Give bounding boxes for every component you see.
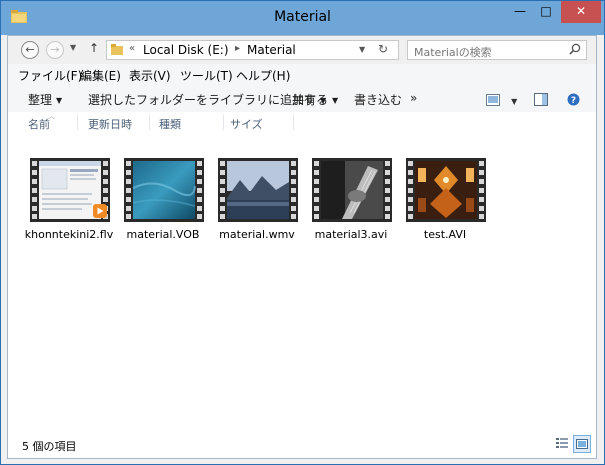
command-bar: 整理 ▼ 選択したフォルダーをライブラリに追加する ▼ 共有 ▼ 書き込む » ▼ (8, 86, 596, 113)
explorer-content: ← → ▼ ↑ « Local Disk (E:) ▸ Material ▼ ↻… (7, 35, 597, 459)
file-name: material.VOB (126, 228, 200, 241)
chevron-down-icon[interactable]: ▼ (359, 45, 365, 54)
view-icon (486, 94, 500, 106)
up-button[interactable]: ↑ (89, 41, 99, 55)
chevron-down-icon: ▼ (70, 43, 77, 52)
forward-button[interactable]: → (46, 41, 64, 59)
menu-edit[interactable]: 編集(E) (80, 67, 121, 84)
details-view-icon (556, 438, 568, 448)
file-item[interactable]: material3.avi (307, 158, 395, 248)
refresh-icon[interactable]: ↻ (378, 42, 388, 56)
file-item[interactable]: khonntekini2.flv (25, 158, 113, 248)
file-item[interactable]: material.VOB (119, 158, 207, 248)
file-name: material3.avi (314, 228, 388, 241)
column-divider[interactable] (149, 114, 150, 130)
breadcrumb-overflow[interactable]: « (129, 43, 135, 54)
menu-file[interactable]: ファイル(F) (18, 67, 82, 84)
column-divider[interactable] (293, 114, 294, 130)
organize-button[interactable]: 整理 ▼ (28, 91, 62, 108)
item-count: 5 個の項目 (22, 440, 77, 453)
column-type[interactable]: 種類 (159, 116, 181, 132)
arrow-left-icon: ← (25, 43, 35, 56)
chevron-down-icon: ▼ (56, 96, 63, 105)
chevron-down-icon: ▼ (511, 97, 518, 106)
breadcrumb-local-disk[interactable]: Local Disk (E:) (143, 43, 229, 57)
column-date[interactable]: 更新日時 (88, 116, 132, 132)
address-box[interactable]: « Local Disk (E:) ▸ Material ▼ ↻ (106, 40, 399, 60)
search-placeholder: Materialの検索 (414, 46, 492, 59)
sort-ascending-icon: ︿ (48, 112, 55, 120)
column-divider[interactable] (77, 114, 78, 130)
breadcrumb-material[interactable]: Material (247, 43, 296, 57)
menu-view[interactable]: 表示(V) (129, 67, 171, 84)
minimize-button[interactable]: — (507, 1, 533, 23)
large-icons-view-button[interactable] (573, 435, 591, 453)
column-divider[interactable] (223, 114, 224, 130)
column-name[interactable]: 名前 (28, 116, 50, 132)
large-icons-view-icon (576, 439, 588, 449)
share-button[interactable]: 共有 ▼ (292, 91, 326, 108)
file-name: test.AVI (423, 228, 467, 241)
address-bar-row: ← → ▼ ↑ « Local Disk (E:) ▸ Material ▼ ↻… (8, 36, 596, 64)
back-button[interactable]: ← (21, 41, 39, 59)
file-name: material.wmv (219, 228, 295, 241)
title-bar[interactable]: Material — □ ✕ (1, 1, 604, 35)
explorer-window: Material — □ ✕ ← → ▼ ↑ « Local Disk (E:)… (0, 0, 605, 465)
preview-pane-button[interactable] (534, 91, 548, 110)
help-icon: ? (567, 93, 580, 106)
more-commands-button[interactable]: » (410, 91, 417, 105)
burn-button[interactable]: 書き込む (354, 91, 402, 108)
preview-pane-icon (534, 93, 548, 106)
arrow-up-icon: ↑ (89, 41, 100, 55)
file-name: khonntekini2.flv (24, 228, 114, 241)
maximize-button[interactable]: □ (533, 1, 559, 23)
file-list: khonntekini2.flv material.VOB material.w… (8, 134, 596, 434)
arrow-right-icon: → (50, 43, 60, 56)
share-label: 共有 (292, 93, 317, 107)
status-bar: 5 個の項目 (8, 432, 596, 458)
close-button[interactable]: ✕ (561, 1, 601, 23)
video-thumbnail (312, 158, 392, 222)
breadcrumb-separator[interactable]: ▸ (235, 43, 240, 54)
organize-label: 整理 (28, 93, 53, 107)
chevron-down-icon: ▼ (320, 96, 327, 105)
menu-tools[interactable]: ツール(T) (180, 67, 233, 84)
video-thumbnail (406, 158, 486, 222)
details-view-button[interactable] (554, 435, 572, 453)
file-item[interactable]: test.AVI (401, 158, 489, 248)
column-size[interactable]: サイズ (230, 116, 263, 132)
help-button[interactable]: ? (567, 91, 580, 110)
search-icon[interactable] (569, 43, 581, 55)
video-thumbnail (124, 158, 204, 222)
file-item[interactable]: material.wmv (213, 158, 301, 248)
column-header: 名前 ︿ 更新日時 種類 サイズ (8, 112, 596, 134)
video-thumbnail (218, 158, 298, 222)
svg-text:?: ? (571, 96, 576, 106)
recent-locations-button[interactable]: ▼ (70, 43, 76, 52)
folder-icon (111, 44, 123, 55)
chevron-down-icon: ▼ (332, 96, 339, 105)
menu-help[interactable]: ヘルプ(H) (236, 67, 290, 84)
video-thumbnail (30, 158, 110, 222)
search-input[interactable]: Materialの検索 (407, 40, 587, 60)
menu-bar: ファイル(F) 編集(E) 表示(V) ツール(T) ヘルプ(H) (8, 64, 596, 87)
change-view-button[interactable]: ▼ (486, 91, 517, 110)
